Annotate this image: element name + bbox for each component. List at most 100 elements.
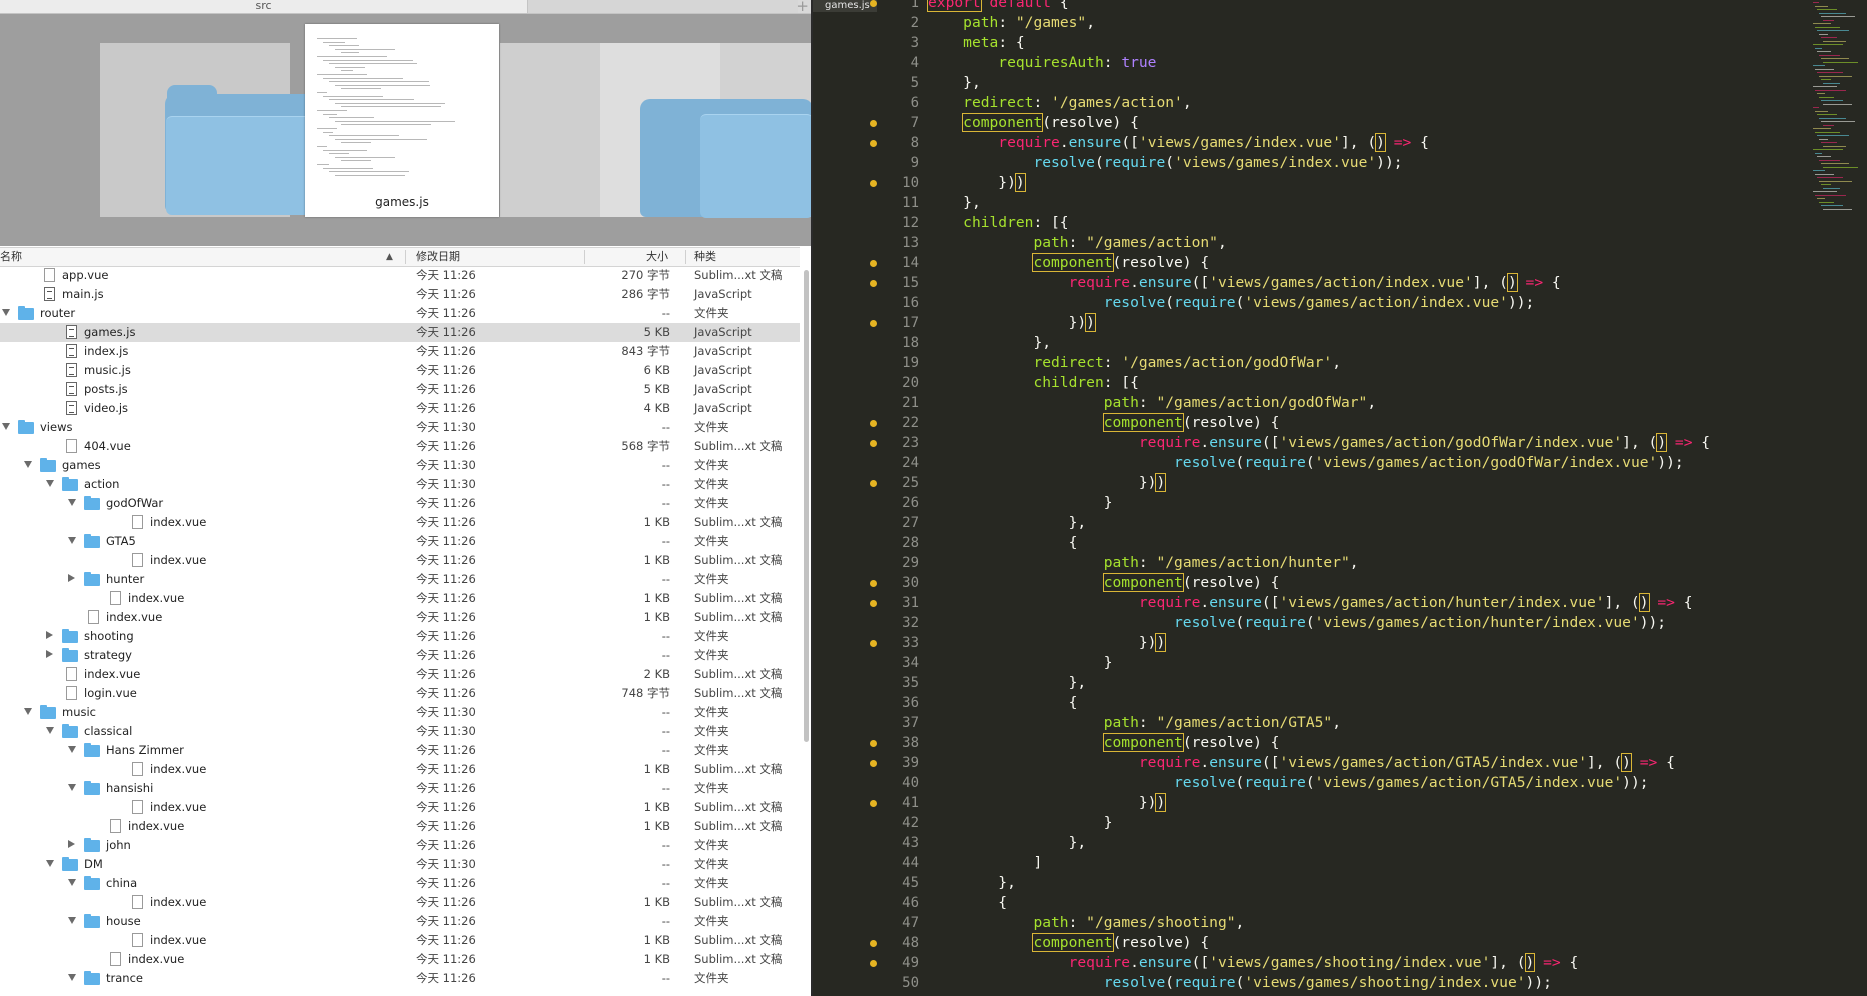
file-row[interactable]: index.vue 今天 11:26 1 KB Sublim...xt 文稿 — [0, 589, 800, 608]
folder-icon — [84, 496, 100, 510]
column-date-header[interactable]: 修改日期 — [416, 248, 460, 266]
code-token: , — [1217, 234, 1227, 251]
file-date: 今天 11:26 — [416, 306, 476, 320]
code-token: resolve — [1174, 774, 1236, 791]
file-row[interactable]: app.vue 今天 11:26 270 字节 Sublim...xt 文稿 — [0, 266, 800, 285]
folder-row[interactable]: china 今天 11:26 -- 文件夹 — [0, 874, 800, 893]
preview-text-line — [341, 142, 371, 144]
disclosure-closed-icon[interactable] — [68, 840, 75, 848]
file-name: hansishi — [106, 781, 154, 795]
folder-row[interactable]: router 今天 11:26 -- 文件夹 — [0, 304, 800, 323]
minimap-line — [1819, 75, 1852, 77]
add-tab-button[interactable]: + — [796, 0, 809, 15]
minimap-line — [1815, 68, 1834, 70]
disclosure-open-icon[interactable] — [46, 480, 54, 487]
column-divider[interactable] — [584, 250, 585, 264]
folder-row[interactable]: strategy 今天 11:26 -- 文件夹 — [0, 646, 800, 665]
modified-line-marker-icon — [870, 0, 877, 7]
file-size: -- — [661, 534, 670, 548]
column-size-header[interactable]: 大小 — [646, 248, 668, 266]
code-token: => — [1393, 134, 1412, 151]
disclosure-open-icon[interactable] — [46, 727, 54, 734]
sort-ascending-icon[interactable]: ▲ — [386, 248, 393, 266]
file-row[interactable]: posts.js 今天 11:26 5 KB JavaScript — [0, 380, 800, 399]
file-row[interactable]: index.vue 今天 11:26 1 KB Sublim...xt 文稿 — [0, 551, 800, 570]
disclosure-closed-icon[interactable] — [46, 631, 53, 639]
line-number: 35 — [902, 675, 919, 691]
disclosure-open-icon[interactable] — [68, 499, 76, 506]
folder-row[interactable]: GTA5 今天 11:26 -- 文件夹 — [0, 532, 800, 551]
file-row[interactable]: index.vue 今天 11:26 1 KB Sublim...xt 文稿 — [0, 608, 800, 627]
disclosure-open-icon[interactable] — [68, 974, 76, 981]
disclosure-open-icon[interactable] — [68, 537, 76, 544]
folder-row[interactable]: games 今天 11:30 -- 文件夹 — [0, 456, 800, 475]
code-token: true — [1121, 54, 1157, 71]
folder-row[interactable]: trance 今天 11:26 -- 文件夹 — [0, 969, 800, 988]
code-token: , — [1086, 14, 1095, 31]
folder-row[interactable]: godOfWar 今天 11:26 -- 文件夹 — [0, 494, 800, 513]
code-token: , — [1182, 94, 1192, 111]
disclosure-open-icon[interactable] — [68, 917, 76, 924]
document-icon — [132, 895, 143, 909]
column-kind-header[interactable]: 种类 — [694, 248, 716, 266]
column-name-header[interactable]: 名称 — [0, 248, 22, 266]
file-date: 今天 11:30 — [416, 420, 476, 434]
folder-row[interactable]: hansishi 今天 11:26 -- 文件夹 — [0, 779, 800, 798]
file-row[interactable]: 404.vue 今天 11:26 568 字节 Sublim...xt 文稿 — [0, 437, 800, 456]
disclosure-open-icon[interactable] — [68, 784, 76, 791]
column-divider[interactable] — [405, 250, 406, 264]
folder-row[interactable]: john 今天 11:26 -- 文件夹 — [0, 836, 800, 855]
code-line: path: "/games/action/godOfWar", — [928, 393, 1376, 413]
code-token: : — [1138, 554, 1157, 571]
code-token: ) — [1524, 953, 1536, 972]
disclosure-open-icon[interactable] — [68, 879, 76, 886]
column-divider[interactable] — [685, 250, 686, 264]
folder-row[interactable]: DM 今天 11:30 -- 文件夹 — [0, 855, 800, 874]
disclosure-closed-icon[interactable] — [46, 650, 53, 658]
file-row[interactable]: index.js 今天 11:26 843 字节 JavaScript — [0, 342, 800, 361]
file-row[interactable]: music.js 今天 11:26 6 KB JavaScript — [0, 361, 800, 380]
preview-text-line — [329, 63, 417, 65]
file-row[interactable]: index.vue 今天 11:26 1 KB Sublim...xt 文稿 — [0, 950, 800, 969]
disclosure-open-icon[interactable] — [2, 309, 10, 316]
folder-row[interactable]: action 今天 11:30 -- 文件夹 — [0, 475, 800, 494]
folder-row[interactable]: hunter 今天 11:26 -- 文件夹 — [0, 570, 800, 589]
disclosure-open-icon[interactable] — [24, 461, 32, 468]
file-row[interactable]: index.vue 今天 11:26 1 KB Sublim...xt 文稿 — [0, 513, 800, 532]
code-token: require — [1103, 154, 1166, 171]
tab-src[interactable]: src — [0, 0, 527, 13]
file-row[interactable]: games.js 今天 11:26 5 KB JavaScript — [0, 323, 800, 342]
folder-row[interactable]: house 今天 11:26 -- 文件夹 — [0, 912, 800, 931]
file-row[interactable]: index.vue 今天 11:26 2 KB Sublim...xt 文稿 — [0, 665, 800, 684]
file-row[interactable]: index.vue 今天 11:26 1 KB Sublim...xt 文稿 — [0, 817, 800, 836]
folder-row[interactable]: Hans Zimmer 今天 11:26 -- 文件夹 — [0, 741, 800, 760]
tab-empty[interactable] — [527, 0, 798, 13]
folder-row[interactable]: shooting 今天 11:26 -- 文件夹 — [0, 627, 800, 646]
code-line: ] — [928, 853, 1042, 873]
file-list-scrollbar[interactable] — [804, 270, 809, 742]
minimap[interactable] — [1805, 0, 1867, 240]
folder-row[interactable]: views 今天 11:30 -- 文件夹 — [0, 418, 800, 437]
file-row[interactable]: index.vue 今天 11:26 1 KB Sublim...xt 文稿 — [0, 893, 800, 912]
disclosure-open-icon[interactable] — [46, 860, 54, 867]
disclosure-open-icon[interactable] — [68, 746, 76, 753]
file-row[interactable]: login.vue 今天 11:26 748 字节 Sublim...xt 文稿 — [0, 684, 800, 703]
file-row[interactable]: index.vue 今天 11:26 1 KB Sublim...xt 文稿 — [0, 931, 800, 950]
line-number: 46 — [902, 895, 919, 911]
disclosure-open-icon[interactable] — [2, 423, 10, 430]
preview-document-page[interactable]: games.js — [305, 24, 499, 217]
code-token: ([ — [1121, 134, 1139, 151]
file-row[interactable]: video.js 今天 11:26 4 KB JavaScript — [0, 399, 800, 418]
file-name: index.vue — [150, 895, 207, 909]
file-name: index.vue — [128, 819, 185, 833]
disclosure-open-icon[interactable] — [24, 708, 32, 715]
file-row[interactable]: index.vue 今天 11:26 1 KB Sublim...xt 文稿 — [0, 760, 800, 779]
folder-row[interactable]: classical 今天 11:30 -- 文件夹 — [0, 722, 800, 741]
code-editor[interactable]: games.js 1 2 3 4 5 6 7 8 9 10 11 12 13 14 15 16 17 18 19 20… — [813, 0, 1867, 996]
folder-row[interactable]: music 今天 11:30 -- 文件夹 — [0, 703, 800, 722]
modified-line-marker-icon — [870, 580, 877, 587]
file-row[interactable]: index.vue 今天 11:26 1 KB Sublim...xt 文稿 — [0, 798, 800, 817]
disclosure-closed-icon[interactable] — [68, 574, 75, 582]
file-row[interactable]: main.js 今天 11:26 286 字节 JavaScript — [0, 285, 800, 304]
